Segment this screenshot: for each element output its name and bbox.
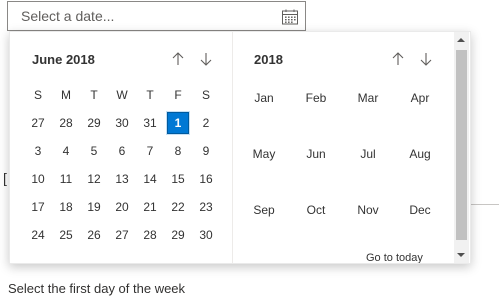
day-cell[interactable]: 27	[108, 221, 136, 249]
previous-month-button[interactable]	[171, 52, 187, 68]
day-cell[interactable]: 14	[136, 165, 164, 193]
week-row: 10 11 12 13 14 15 16	[24, 165, 220, 193]
vertical-scrollbar[interactable]	[454, 32, 469, 263]
day-cell[interactable]: 12	[80, 165, 108, 193]
day-cell[interactable]: 28	[136, 221, 164, 249]
month-grid: Jan Feb Mar Apr May Jun Jul Aug Sep Oct …	[238, 84, 446, 252]
month-cell[interactable]: Jun	[290, 140, 342, 168]
month-cell[interactable]: Sep	[238, 196, 290, 224]
month-year-title[interactable]: June 2018	[32, 52, 95, 67]
day-cell[interactable]: 30	[108, 109, 136, 137]
week-row: 17 18 19 20 21 22 23	[24, 193, 220, 221]
day-cell[interactable]: 28	[52, 109, 80, 137]
month-cell[interactable]: Jul	[342, 140, 394, 168]
day-cell[interactable]: 3	[24, 137, 52, 165]
day-cell[interactable]: 7	[136, 137, 164, 165]
month-cell[interactable]: Nov	[342, 196, 394, 224]
day-cell[interactable]: 26	[80, 221, 108, 249]
weekday-header: S	[33, 88, 42, 102]
selected-day-cell[interactable]: 1	[164, 109, 192, 137]
month-picker: 2018 Jan Feb Mar Apr May Jun Jul Aug Sep…	[233, 32, 455, 263]
day-cell[interactable]: 10	[24, 165, 52, 193]
weekday-header: S	[201, 88, 210, 102]
previous-year-button[interactable]	[391, 52, 407, 68]
day-cell[interactable]: 4	[52, 137, 80, 165]
day-cell[interactable]: 16	[192, 165, 220, 193]
month-row: May Jun Jul Aug	[238, 140, 446, 196]
day-cell[interactable]: 29	[164, 221, 192, 249]
month-cell[interactable]: Jan	[238, 84, 290, 112]
calendar-callout: June 2018 S M T W T F S 27 28 29 30 31 1…	[9, 31, 471, 264]
month-cell[interactable]: Dec	[394, 196, 446, 224]
day-cell[interactable]: 6	[108, 137, 136, 165]
week-row: 24 25 26 27 28 29 30	[24, 221, 220, 249]
date-picker-field[interactable]: Select a date...	[7, 1, 306, 31]
day-cell[interactable]: 29	[80, 109, 108, 137]
next-year-button[interactable]	[419, 52, 435, 68]
scroll-up-arrow-icon[interactable]	[457, 38, 465, 42]
month-cell[interactable]: Oct	[290, 196, 342, 224]
day-cell[interactable]: 9	[192, 137, 220, 165]
next-month-button[interactable]	[199, 52, 215, 68]
go-to-today-link[interactable]: Go to today	[366, 252, 423, 263]
weekday-header: T	[90, 88, 98, 102]
selected-day-label: 1	[166, 111, 190, 135]
month-cell[interactable]: Feb	[290, 84, 342, 112]
weekday-header: M	[61, 88, 71, 102]
arrow-up-icon	[392, 52, 404, 65]
background-text-fragment: [	[3, 170, 7, 186]
day-cell[interactable]: 19	[80, 193, 108, 221]
weekday-header: T	[146, 88, 154, 102]
day-cell[interactable]: 23	[192, 193, 220, 221]
weekday-header-row: S M T W T F S	[24, 81, 220, 109]
day-cell[interactable]: 11	[52, 165, 80, 193]
day-cell[interactable]: 24	[24, 221, 52, 249]
day-cell[interactable]: 18	[52, 193, 80, 221]
day-cell[interactable]: 2	[192, 109, 220, 137]
arrow-down-icon	[200, 53, 212, 66]
week-row: 3 4 5 6 7 8 9	[24, 137, 220, 165]
first-day-of-week-label: Select the first day of the week	[8, 281, 186, 296]
month-cell[interactable]: May	[238, 140, 290, 168]
day-cell[interactable]: 17	[24, 193, 52, 221]
day-cell[interactable]: 13	[108, 165, 136, 193]
week-row: 27 28 29 30 31 1 2	[24, 109, 220, 137]
day-picker: June 2018 S M T W T F S 27 28 29 30 31 1…	[10, 32, 233, 263]
year-title[interactable]: 2018	[254, 52, 283, 67]
month-row: Jan Feb Mar Apr	[238, 84, 446, 140]
month-cell[interactable]: Apr	[394, 84, 446, 112]
day-cell[interactable]: 27	[24, 109, 52, 137]
arrow-down-icon	[420, 53, 432, 66]
day-cell[interactable]: 21	[136, 193, 164, 221]
day-grid: S M T W T F S 27 28 29 30 31 1 2 3 4 5 6…	[24, 81, 220, 249]
day-cell[interactable]: 8	[164, 137, 192, 165]
month-cell[interactable]: Mar	[342, 84, 394, 112]
day-cell[interactable]: 30	[192, 221, 220, 249]
day-cell[interactable]: 5	[80, 137, 108, 165]
scrollbar-thumb[interactable]	[456, 50, 467, 240]
day-cell[interactable]: 31	[136, 109, 164, 137]
day-cell[interactable]: 22	[164, 193, 192, 221]
arrow-up-icon	[172, 52, 184, 65]
date-input-placeholder: Select a date...	[21, 8, 115, 24]
month-cell[interactable]: Aug	[394, 140, 446, 168]
scroll-down-arrow-icon[interactable]	[457, 253, 465, 257]
day-cell[interactable]: 20	[108, 193, 136, 221]
calendar-icon[interactable]	[281, 8, 299, 26]
weekday-header: W	[116, 88, 128, 102]
month-row: Sep Oct Nov Dec	[238, 196, 446, 252]
day-cell[interactable]: 25	[52, 221, 80, 249]
weekday-header: F	[174, 88, 182, 102]
day-cell[interactable]: 15	[164, 165, 192, 193]
